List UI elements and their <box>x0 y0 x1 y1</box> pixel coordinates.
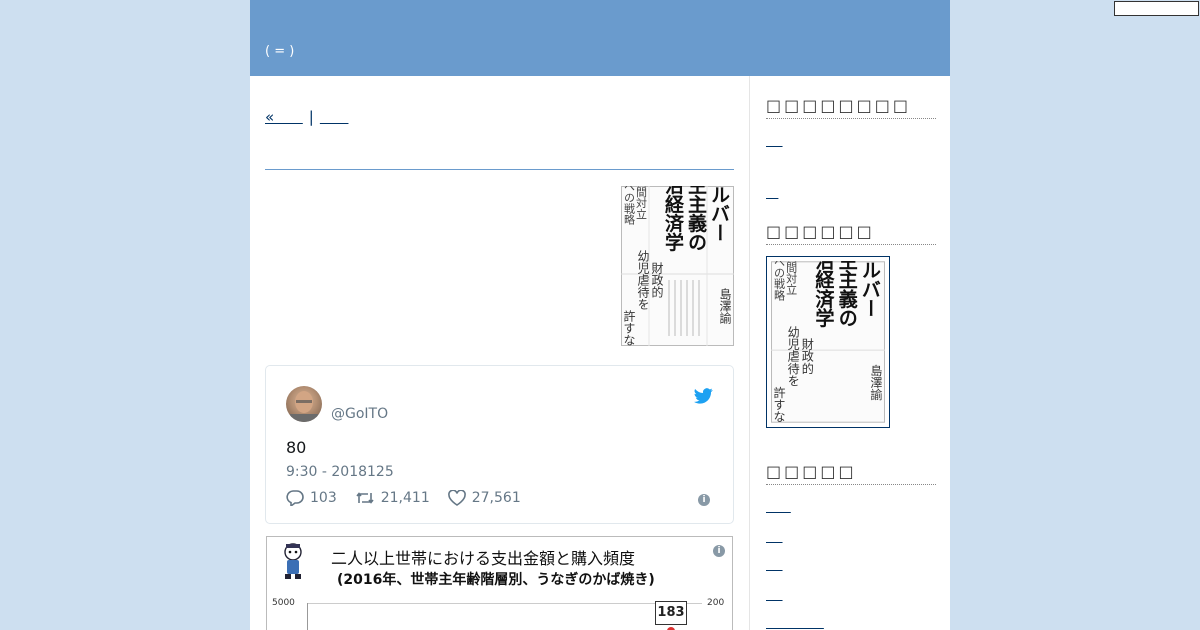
avatar[interactable] <box>286 386 322 422</box>
site-header: ( = ) <box>250 0 950 76</box>
sidebar-heading-1: □□□□□□□□ <box>766 96 936 119</box>
retweet-icon <box>356 492 374 504</box>
info-icon[interactable]: i <box>713 545 725 557</box>
chart-gridline <box>307 603 702 604</box>
svg-text:島澤諭: 島澤諭 <box>718 287 732 324</box>
y-axis-left-tick: 5000 <box>272 598 295 608</box>
svg-text:世代間対立: 世代間対立 <box>635 186 648 220</box>
svg-text:シルバー: シルバー <box>708 186 730 242</box>
svg-text:幼児虐待を: 幼児虐待を <box>636 250 650 310</box>
chart-subtitle: (2016年、世帯主年齢階層別、うなぎのかば焼き) <box>337 572 655 588</box>
sidebar-book-cover[interactable]: シルバー 民主主義の 政治経済学 世代間対立 克服への戦略 財政的 幼児虐待を … <box>766 230 890 428</box>
prev-entry-link[interactable]: « <box>265 108 303 126</box>
sidebar-heading-3: □□□□□ <box>766 462 936 485</box>
y-axis-right-tick: 200 <box>707 598 725 608</box>
next-entry-link[interactable] <box>320 108 349 126</box>
svg-text:財政的: 財政的 <box>650 261 664 298</box>
svg-text:克服への戦略: 克服への戦略 <box>773 261 786 301</box>
sidebar-link[interactable] <box>766 588 783 603</box>
sidebar-link[interactable] <box>766 558 783 573</box>
tweet-actions: 103 21,411 27,561 <box>286 490 539 506</box>
chart-title: 二人以上世帯における支出金額と購入頻度 <box>331 549 636 568</box>
reply-icon <box>286 490 304 506</box>
tweet-timestamp[interactable]: 9:30 - 2018125 <box>286 464 394 480</box>
page-container: ( = ) « | シルバー 民主主義の 政治経済学 世代間対立 克服への戦略 <box>250 0 950 630</box>
heart-icon <box>447 490 466 506</box>
reply-button[interactable]: 103 <box>286 490 337 506</box>
svg-text:許すな: 許すな <box>772 386 786 423</box>
like-count: 27,561 <box>471 490 521 506</box>
site-subtitle: ( = ) <box>265 44 295 59</box>
book-cover-image: シルバー 民主主義の 政治経済学 世代間対立 克服への戦略 財政的 幼児虐待を … <box>771 230 885 423</box>
sidebar-link[interactable] <box>766 530 783 545</box>
twitter-bird-icon[interactable] <box>694 388 713 404</box>
svg-text:島澤諭: 島澤諭 <box>869 363 883 401</box>
svg-text:財政的: 財政的 <box>800 337 814 375</box>
svg-text:幼児虐待を: 幼児虐待を <box>786 326 800 387</box>
svg-text:シルバー: シルバー <box>858 261 881 318</box>
retweet-button[interactable]: 21,411 <box>355 490 430 506</box>
svg-text:政治経済学: 政治経済学 <box>662 186 684 252</box>
svg-text:世代間対立: 世代間対立 <box>785 261 798 295</box>
book-cover-image[interactable]: シルバー 民主主義の 政治経済学 世代間対立 克服への戦略 財政的 幼児虐待を … <box>621 186 734 346</box>
chart-y-axis <box>307 603 308 630</box>
divider <box>265 169 734 170</box>
info-icon[interactable]: i <box>698 494 710 506</box>
tweet-text: 80 <box>286 438 307 457</box>
svg-text:克服への戦略: 克服への戦略 <box>623 186 636 226</box>
svg-text:政治経済学: 政治経済学 <box>812 261 835 327</box>
mascot-icon <box>284 543 302 579</box>
sidebar-link[interactable] <box>766 134 783 149</box>
svg-text:民主主義の: 民主主義の <box>685 186 707 252</box>
sidebar-heading-2: □□□□□□ <box>766 222 936 245</box>
search-input[interactable] <box>1114 1 1199 16</box>
like-button[interactable]: 27,561 <box>447 490 521 506</box>
embedded-chart-image[interactable]: 二人以上世帯における支出金額と購入頻度 (2016年、世帯主年齢階層別、うなぎの… <box>266 536 733 630</box>
svg-text:許すな: 許すな <box>622 310 636 346</box>
embedded-tweet[interactable]: @GoITO 80 9:30 - 2018125 103 21,411 27,5… <box>265 365 734 524</box>
main-content: « | シルバー 民主主義の 政治経済学 世代間対立 克服への戦略 財政的 幼児… <box>265 76 734 630</box>
retweet-count: 21,411 <box>380 490 430 506</box>
sidebar-link[interactable] <box>766 500 791 515</box>
entry-navigation: « | <box>265 108 348 126</box>
reply-count: 103 <box>310 490 337 506</box>
svg-text:民主主義の: 民主主義の <box>835 261 858 327</box>
sidebar: □□□□□□□□ □□□□□□ シルバー 民主主義の 政治経済学 世代間対立 克… <box>749 76 950 630</box>
tweet-handle[interactable]: @GoITO <box>331 406 388 422</box>
sidebar-link[interactable] <box>766 186 778 201</box>
chart-data-label: 183 <box>655 601 687 625</box>
nav-separator: | <box>308 108 314 126</box>
sidebar-link[interactable] <box>766 616 824 630</box>
